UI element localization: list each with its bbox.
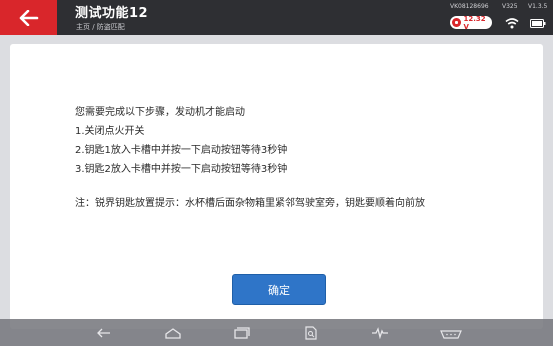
instruction-step-3: 3.钥匙2放入卡槽中并按一下启动按钮等待3秒钟 [75, 164, 288, 175]
software-version-label: V1.3.5 [528, 3, 548, 10]
nav-back-icon[interactable] [95, 324, 113, 342]
voltage-badge: 12.32 V [450, 14, 492, 31]
instruction-note: 注：锐界钥匙放置提示：水杯槽后面杂物箱里紧邻驾驶室旁，钥匙要顺着向前放 [75, 198, 425, 209]
nav-obd-icon[interactable] [440, 324, 462, 342]
top-bar: 测试功能12 主页 / 防盗匹配 VK08128696 V325 V1.3.5 … [0, 0, 553, 35]
version-label: V325 [502, 3, 518, 10]
voltage-icon [452, 18, 461, 27]
breadcrumb: 主页 / 防盗匹配 [76, 23, 125, 31]
nav-home-icon[interactable] [164, 324, 182, 342]
nav-waveform-icon[interactable] [371, 324, 389, 342]
nav-recents-icon[interactable] [233, 324, 251, 342]
instruction-intro: 您需要完成以下步骤，发动机才能启动 [75, 107, 245, 118]
instruction-step-1: 1.关闭点火开关 [75, 126, 145, 137]
page-title: 测试功能12 [75, 6, 149, 21]
back-button[interactable] [0, 0, 57, 35]
voltage-value: 12.32 V [463, 14, 486, 31]
instruction-step-2: 2.钥匙1放入卡槽中并按一下启动按钮等待3秒钟 [75, 145, 288, 156]
wifi-icon [505, 18, 519, 29]
system-nav-bar [0, 319, 553, 346]
confirm-button[interactable]: 确定 [232, 274, 326, 305]
back-arrow-icon [19, 9, 38, 26]
vin-label: VK08128696 [450, 3, 489, 10]
nav-report-icon[interactable] [302, 324, 320, 342]
battery-icon [530, 19, 546, 28]
